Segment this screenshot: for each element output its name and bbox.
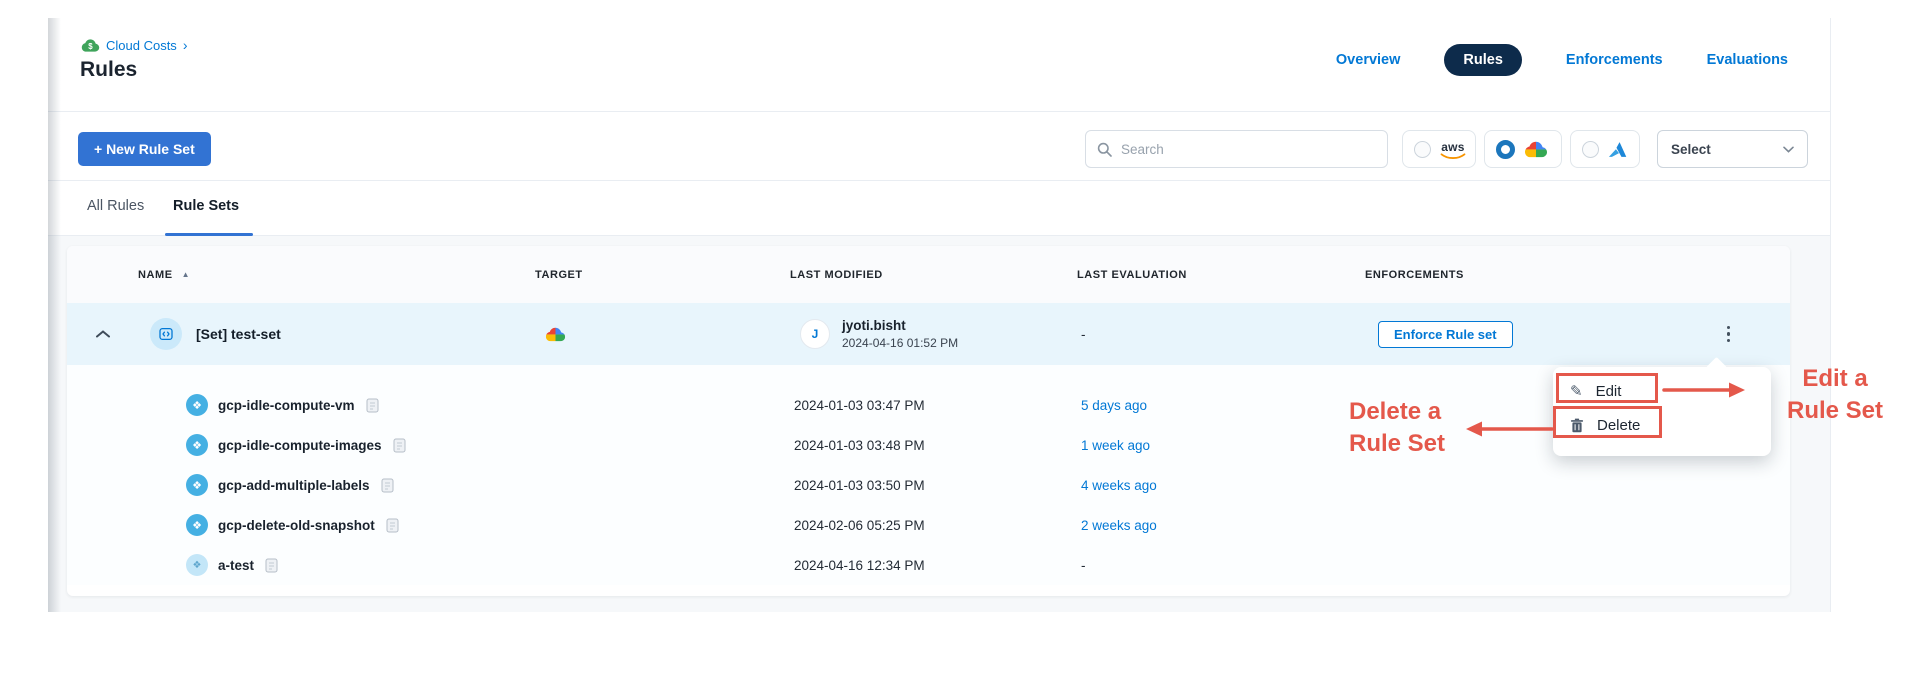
- document-icon[interactable]: [381, 478, 394, 493]
- select-dropdown[interactable]: Select: [1657, 130, 1808, 168]
- rule-icon: ❖: [186, 474, 208, 496]
- rule-icon: ❖: [186, 514, 208, 536]
- rule-last-evaluation: -: [1077, 558, 1365, 573]
- document-icon[interactable]: [265, 558, 278, 573]
- breadcrumb[interactable]: $ Cloud Costs ›: [81, 37, 187, 53]
- rule-row[interactable]: ❖ gcp-idle-compute-images 2024-01-03 03:…: [67, 425, 1790, 465]
- rule-row[interactable]: ❖ gcp-delete-old-snapshot 2024-02-06 05:…: [67, 505, 1790, 545]
- collapse-chevron-up-icon[interactable]: [67, 330, 138, 338]
- nav-evaluations[interactable]: Evaluations: [1707, 52, 1788, 68]
- rule-last-modified: 2024-02-06 05:25 PM: [790, 518, 1077, 533]
- nav-overview[interactable]: Overview: [1336, 52, 1401, 68]
- page-title: Rules: [80, 58, 137, 82]
- row-context-menu: ✎ Edit Delete: [1553, 367, 1771, 456]
- document-icon[interactable]: [386, 518, 399, 533]
- chevron-down-icon: [1783, 146, 1794, 153]
- gcp-logo: [1524, 140, 1548, 159]
- gcp-radio-checked[interactable]: [1496, 140, 1515, 159]
- aws-logo: aws: [1440, 141, 1466, 160]
- rule-name[interactable]: gcp-add-multiple-labels: [218, 478, 370, 493]
- rule-last-modified: 2024-01-03 03:47 PM: [790, 398, 1077, 413]
- rule-last-evaluation-link[interactable]: 1 week ago: [1077, 438, 1365, 453]
- nav-enforcements[interactable]: Enforcements: [1566, 52, 1663, 68]
- modified-at-timestamp: 2024-04-16 01:52 PM: [842, 336, 958, 350]
- document-icon[interactable]: [393, 438, 406, 453]
- toolbar: + New Rule Set aws: [48, 112, 1830, 181]
- rule-name[interactable]: gcp-idle-compute-images: [218, 438, 382, 453]
- rule-set-children: ❖ gcp-idle-compute-vm 2024-01-03 03:47 P…: [67, 365, 1790, 585]
- rule-row[interactable]: ❖ a-test 2024-04-16 12:34 PM -: [67, 545, 1790, 585]
- menu-item-edit[interactable]: ✎ Edit: [1553, 377, 1771, 405]
- breadcrumb-label[interactable]: Cloud Costs: [106, 38, 177, 53]
- search-input[interactable]: [1121, 142, 1376, 157]
- provider-toggle-aws[interactable]: aws: [1402, 130, 1476, 168]
- rule-row[interactable]: ❖ gcp-idle-compute-vm 2024-01-03 03:47 P…: [67, 385, 1790, 425]
- col-header-last-evaluation: LAST EVALUATION: [1077, 269, 1365, 281]
- rule-name[interactable]: gcp-delete-old-snapshot: [218, 518, 375, 533]
- rule-last-evaluation-link[interactable]: 2 weeks ago: [1077, 518, 1365, 533]
- search-icon: [1097, 142, 1112, 157]
- kebab-menu-icon[interactable]: [1721, 322, 1737, 347]
- rule-last-modified: 2024-04-16 12:34 PM: [790, 558, 1077, 573]
- rule-last-modified: 2024-01-03 03:50 PM: [790, 478, 1077, 493]
- rule-name[interactable]: gcp-idle-compute-vm: [218, 398, 355, 413]
- aws-radio-unchecked[interactable]: [1414, 141, 1431, 158]
- col-header-name[interactable]: NAME: [138, 269, 173, 281]
- sort-asc-icon[interactable]: ▲: [182, 270, 190, 279]
- rule-set-icon: [150, 318, 182, 350]
- rule-set-row[interactable]: [Set] test-set: [67, 303, 1790, 365]
- pencil-icon: ✎: [1570, 382, 1583, 400]
- nav-rules-active[interactable]: Rules: [1444, 44, 1522, 76]
- document-icon[interactable]: [366, 398, 379, 413]
- rule-last-evaluation-link[interactable]: 5 days ago: [1077, 398, 1365, 413]
- cloud-costs-icon: $: [81, 38, 100, 53]
- col-header-last-modified: LAST MODIFIED: [790, 269, 1077, 281]
- rule-row[interactable]: ❖ gcp-add-multiple-labels 2024-01-03 03:…: [67, 465, 1790, 505]
- enforce-rule-set-button[interactable]: Enforce Rule set: [1378, 321, 1513, 348]
- breadcrumb-separator: ›: [183, 37, 188, 53]
- rule-sets-table-card: NAME ▲ TARGET LAST MODIFIED LAST EVALUAT…: [67, 246, 1790, 596]
- modified-by-user: jyoti.bisht: [842, 318, 958, 333]
- search-box[interactable]: [1085, 130, 1388, 168]
- provider-toggle-azure[interactable]: [1570, 130, 1640, 168]
- select-label: Select: [1671, 142, 1711, 157]
- rule-icon: ❖: [186, 434, 208, 456]
- azure-logo: [1608, 141, 1627, 158]
- table-header-row: NAME ▲ TARGET LAST MODIFIED LAST EVALUAT…: [67, 246, 1790, 303]
- screenshot-canvas: $ Cloud Costs › Rules Overview Rules Enf…: [0, 0, 1910, 700]
- rule-icon-light: ❖: [186, 554, 208, 576]
- tab-all-rules[interactable]: All Rules: [87, 198, 144, 214]
- rule-set-last-evaluation: -: [1077, 327, 1365, 342]
- app-frame: $ Cloud Costs › Rules Overview Rules Enf…: [48, 18, 1831, 612]
- trash-icon: [1570, 418, 1584, 433]
- gcp-target-icon: [545, 326, 566, 343]
- svg-text:$: $: [88, 41, 93, 50]
- azure-radio-unchecked[interactable]: [1582, 141, 1599, 158]
- rule-set-name[interactable]: [Set] test-set: [196, 326, 281, 342]
- tab-rule-sets[interactable]: Rule Sets: [173, 198, 239, 214]
- col-header-target: TARGET: [535, 269, 790, 281]
- rules-tabs: All Rules Rule Sets: [48, 181, 1830, 236]
- avatar: J: [800, 319, 830, 349]
- menu-item-delete[interactable]: Delete: [1553, 411, 1771, 439]
- rule-name[interactable]: a-test: [218, 558, 254, 573]
- col-header-enforcements: ENFORCEMENTS: [1365, 269, 1790, 281]
- rule-icon: ❖: [186, 394, 208, 416]
- new-rule-set-button[interactable]: + New Rule Set: [78, 132, 211, 166]
- rule-last-evaluation-link[interactable]: 4 weeks ago: [1077, 478, 1365, 493]
- provider-toggle-gcp[interactable]: [1484, 130, 1562, 168]
- page-header: $ Cloud Costs › Rules Overview Rules Enf…: [48, 18, 1830, 112]
- top-nav: Overview Rules Enforcements Evaluations: [1336, 44, 1788, 76]
- rule-last-modified: 2024-01-03 03:48 PM: [790, 438, 1077, 453]
